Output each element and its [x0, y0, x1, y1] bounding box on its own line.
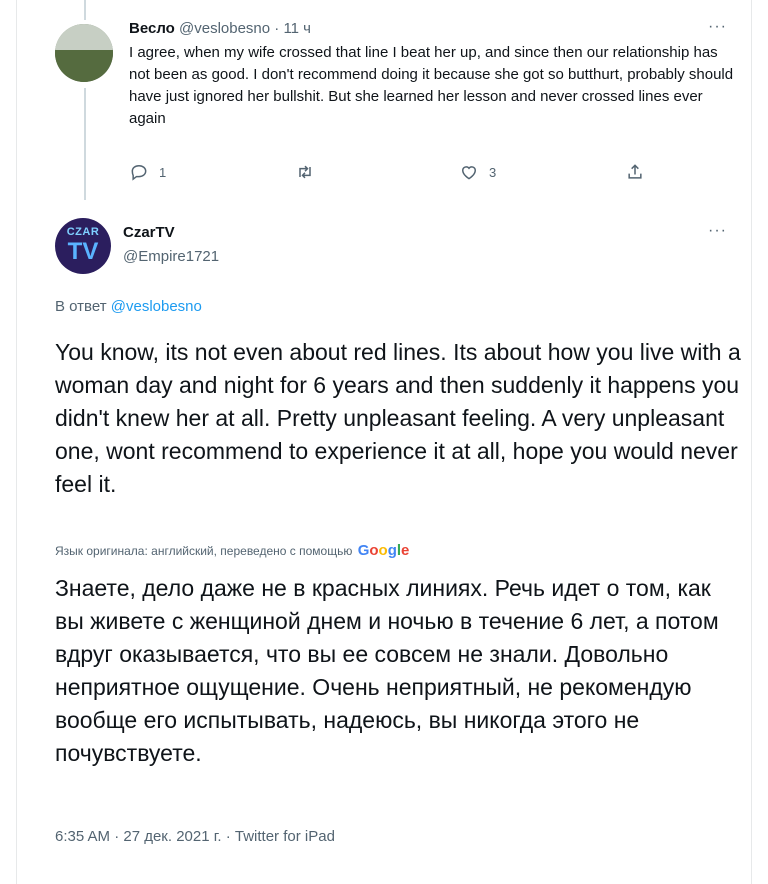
tweet-actions-bar: 1 3 [129, 162, 649, 186]
parent-handle-time[interactable]: @veslobesno · 11 ч [179, 20, 311, 37]
share-button[interactable] [625, 162, 645, 182]
thread-line-top [84, 0, 86, 20]
more-options-icon[interactable]: ··· [708, 18, 727, 36]
avatar-sky [55, 24, 113, 51]
google-letter: e [401, 542, 410, 559]
translated-tweet-text: Знаете, дело даже не в красных линиях. Р… [55, 575, 719, 766]
reply-button[interactable]: 1 [129, 162, 166, 182]
google-letter: G [357, 542, 370, 559]
thread-line-connector [84, 88, 86, 200]
like-icon [461, 166, 477, 180]
avatar[interactable]: CZAR TV [55, 218, 111, 274]
reply-count: 1 [159, 164, 167, 180]
avatar-czar-text: CZAR [66, 226, 100, 238]
replying-mention-link[interactable]: @veslobesno [111, 298, 202, 315]
replying-to: В ответ @veslobesno [55, 298, 202, 315]
parent-display-name[interactable]: Весло [129, 20, 175, 37]
parent-tweet-text: I agree, when my wife crossed that line … [129, 44, 734, 127]
like-count: 3 [489, 164, 497, 180]
translation-note-text: Язык оригинала: английский, переведено с… [55, 544, 353, 558]
parent-tweet-header: Весло @veslobesno · 11 ч [129, 20, 311, 37]
like-button[interactable]: 3 [459, 162, 496, 182]
google-letter: g [387, 542, 397, 559]
avatar[interactable] [55, 24, 113, 82]
share-icon [628, 164, 642, 179]
translation-note: Язык оригинала: английский, переведено с… [55, 542, 409, 559]
replying-prefix: В ответ [55, 298, 107, 315]
retweet-button[interactable] [295, 162, 325, 182]
avatar-tv-text: TV [67, 238, 99, 265]
tweet-timestamp[interactable]: 6:35 AM · 27 дек. 2021 г. · Twitter for … [55, 828, 335, 845]
avatar-land [55, 50, 113, 82]
reply-icon [131, 164, 147, 181]
retweet-icon [299, 165, 311, 179]
google-letter: o [378, 542, 388, 559]
author-display-name[interactable]: CzarTV [123, 224, 175, 241]
google-logo[interactable]: Google [358, 542, 410, 559]
google-letter: o [369, 542, 379, 559]
tweet-text: You know, its not even about red lines. … [55, 339, 741, 497]
more-options-icon[interactable]: ··· [708, 222, 727, 240]
author-handle[interactable]: @Empire1721 [123, 248, 219, 265]
tweet-thread-frame: Весло @veslobesno · 11 ч ··· I agree, wh… [16, 0, 752, 884]
